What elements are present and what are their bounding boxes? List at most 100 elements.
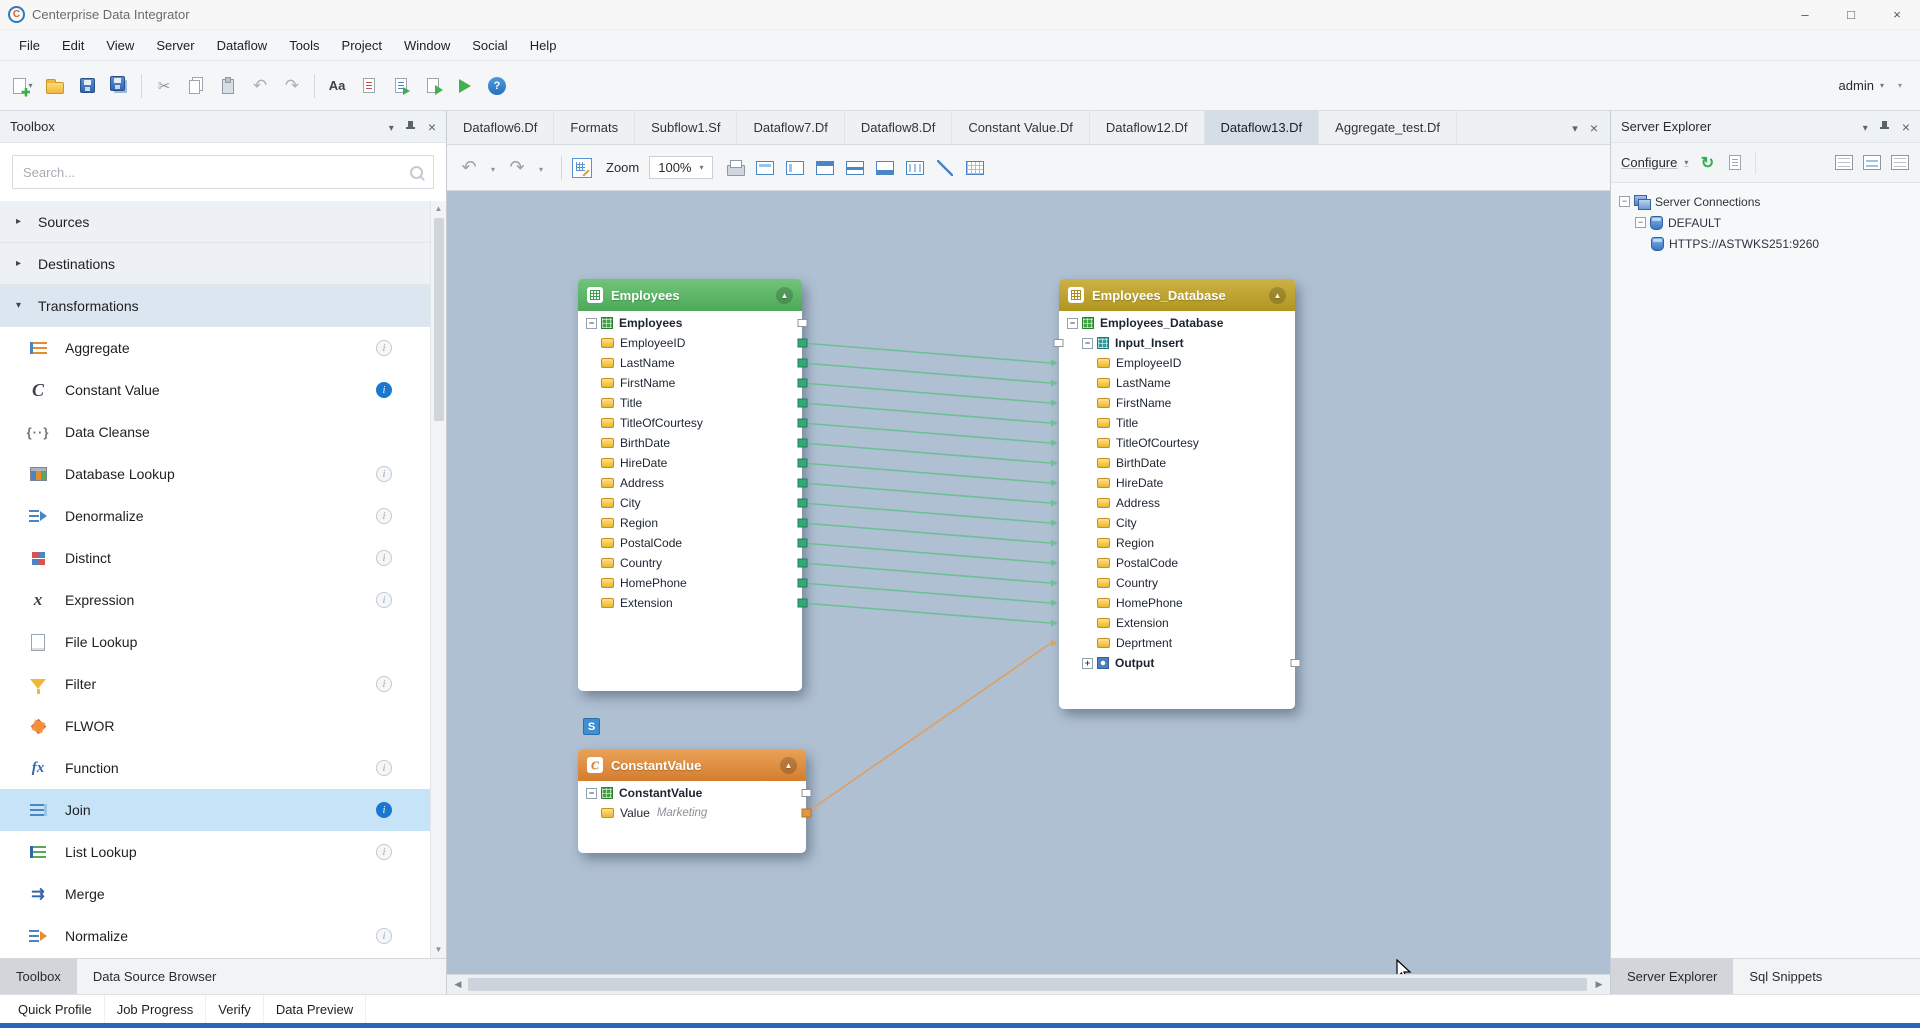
tree-row-constantvalue[interactable]: −ConstantValue xyxy=(578,783,806,803)
new-dataflow-icon[interactable] xyxy=(8,71,38,101)
tree-row-country[interactable]: Country xyxy=(578,553,802,573)
scrollbar-thumb[interactable] xyxy=(434,218,444,421)
panel-menu-icon[interactable] xyxy=(1863,119,1868,134)
panel-tab-server-explorer[interactable]: Server Explorer xyxy=(1611,959,1733,994)
tree-row-titleofcourtesy[interactable]: TitleOfCourtesy xyxy=(578,413,802,433)
tree-row-extension[interactable]: Extension xyxy=(1059,613,1295,633)
tree-row-city[interactable]: City xyxy=(578,493,802,513)
info-icon[interactable]: i xyxy=(376,508,392,524)
toolbox-item-file-lookup[interactable]: File Lookup xyxy=(0,621,446,663)
expander-icon[interactable]: − xyxy=(1635,217,1646,228)
menu-file[interactable]: File xyxy=(8,30,51,61)
tree-row-hiredate[interactable]: HireDate xyxy=(1059,473,1295,493)
auto-layout-icon[interactable] xyxy=(965,155,985,181)
save-all-icon[interactable] xyxy=(104,71,134,101)
toolbox-item-expression[interactable]: Expressioni xyxy=(0,579,446,621)
collapse-node-icon[interactable] xyxy=(776,287,793,304)
tree-row-employeeid[interactable]: EmployeeID xyxy=(578,333,802,353)
save-icon[interactable] xyxy=(72,71,102,101)
align-top-icon[interactable] xyxy=(815,155,835,181)
tree-row-employeeid[interactable]: EmployeeID xyxy=(1059,353,1295,373)
info-icon[interactable]: i xyxy=(376,760,392,776)
tree-row-firstname[interactable]: FirstName xyxy=(1059,393,1295,413)
tree-row-title[interactable]: Title xyxy=(1059,413,1295,433)
tab-aggregate-test-df[interactable]: Aggregate_test.Df xyxy=(1319,111,1457,144)
menu-view[interactable]: View xyxy=(95,30,145,61)
toolbox-item-join[interactable]: Joini xyxy=(0,789,446,831)
search-input[interactable] xyxy=(12,155,434,189)
tree-row-region[interactable]: Region xyxy=(578,513,802,533)
grid-view-icon[interactable] xyxy=(1834,151,1854,175)
dataflow-canvas[interactable]: Employees−EmployeesEmployeeIDLastNameFir… xyxy=(447,191,1610,974)
configure-button[interactable]: Configure xyxy=(1621,155,1688,170)
toolbox-scrollbar[interactable]: ▲ ▼ xyxy=(430,201,446,958)
tree-row-deprtment[interactable]: Deprtment xyxy=(1059,633,1295,653)
status-job-progress[interactable]: Job Progress xyxy=(105,995,207,1023)
scrollbar-thumb[interactable] xyxy=(468,978,1587,991)
maximize-button[interactable]: □ xyxy=(1828,0,1874,29)
menu-dataflow[interactable]: Dataflow xyxy=(206,30,279,61)
info-icon[interactable]: i xyxy=(376,844,392,860)
expander-icon[interactable]: − xyxy=(586,318,597,329)
tree-row-address[interactable]: Address xyxy=(1059,493,1295,513)
menu-project[interactable]: Project xyxy=(331,30,393,61)
panel-tab-toolbox[interactable]: Toolbox xyxy=(0,959,77,994)
info-icon[interactable]: i xyxy=(376,466,392,482)
tree-row-postalcode[interactable]: PostalCode xyxy=(1059,553,1295,573)
categorize-icon[interactable] xyxy=(1862,151,1882,175)
collapse-node-icon[interactable] xyxy=(1269,287,1286,304)
menu-social[interactable]: Social xyxy=(461,30,518,61)
horizontal-scrollbar[interactable]: ◀ ▶ xyxy=(447,974,1610,994)
tree-row-output[interactable]: +Output xyxy=(1059,653,1295,673)
minimize-button[interactable]: – xyxy=(1782,0,1828,29)
copy-icon[interactable] xyxy=(181,71,211,101)
info-icon[interactable]: i xyxy=(376,592,392,608)
user-menu[interactable]: admin xyxy=(1839,78,1884,93)
status-quick-profile[interactable]: Quick Profile xyxy=(6,995,105,1023)
scroll-up-icon[interactable]: ▲ xyxy=(435,203,443,215)
toolbox-section-transformations[interactable]: ▾Transformations xyxy=(0,285,446,327)
expander-icon[interactable]: + xyxy=(1082,658,1093,669)
open-icon[interactable] xyxy=(40,71,70,101)
verify-icon[interactable] xyxy=(354,71,384,101)
font-icon[interactable]: Aa xyxy=(322,71,352,101)
close-panel-icon[interactable] xyxy=(428,119,436,135)
toolbox-section-sources[interactable]: ▸Sources xyxy=(0,201,446,243)
toolbox-item-function[interactable]: Functioni xyxy=(0,747,446,789)
info-icon[interactable]: i xyxy=(376,802,392,818)
tab-dataflow8-df[interactable]: Dataflow8.Df xyxy=(845,111,952,144)
node-employees_database[interactable]: Employees_Database−Employees_Database−In… xyxy=(1059,279,1295,709)
tree-row-employees-database[interactable]: −Employees_Database xyxy=(1059,313,1295,333)
toolbox-item-database-lookup[interactable]: Database Lookupi xyxy=(0,453,446,495)
tree-row-region[interactable]: Region xyxy=(1059,533,1295,553)
node-header-constant_value[interactable]: ConstantValue xyxy=(578,749,806,781)
menu-help[interactable]: Help xyxy=(519,30,568,61)
expander-icon[interactable]: − xyxy=(1067,318,1078,329)
panel-tab-sql-snippets[interactable]: Sql Snippets xyxy=(1733,959,1838,994)
tree-row-title[interactable]: Title xyxy=(578,393,802,413)
tab-formats[interactable]: Formats xyxy=(554,111,635,144)
toolbox-item-filter[interactable]: Filteri xyxy=(0,663,446,705)
panel-menu-icon[interactable] xyxy=(389,119,394,134)
redo-icon[interactable] xyxy=(507,155,527,181)
undo-dropdown-icon[interactable] xyxy=(483,155,503,181)
tab-dataflow13-df[interactable]: Dataflow13.Df xyxy=(1205,111,1320,144)
node-header-employees_database[interactable]: Employees_Database xyxy=(1059,279,1295,311)
toolbox-item-list-lookup[interactable]: List Lookupi xyxy=(0,831,446,873)
tree-row-country[interactable]: Country xyxy=(1059,573,1295,593)
tree-row-homephone[interactable]: HomePhone xyxy=(1059,593,1295,613)
node-employees[interactable]: Employees−EmployeesEmployeeIDLastNameFir… xyxy=(578,279,802,691)
tree-row-birthdate[interactable]: BirthDate xyxy=(578,433,802,453)
close-panel-icon[interactable] xyxy=(1902,119,1910,135)
tab-dataflow7-df[interactable]: Dataflow7.Df xyxy=(737,111,844,144)
toolbox-section-destinations[interactable]: ▸Destinations xyxy=(0,243,446,285)
scroll-down-icon[interactable]: ▼ xyxy=(435,944,443,956)
redo-dropdown-icon[interactable] xyxy=(531,155,551,181)
info-icon[interactable]: i xyxy=(376,676,392,692)
tree-row-extension[interactable]: Extension xyxy=(578,593,802,613)
tab-constant-value-df[interactable]: Constant Value.Df xyxy=(952,111,1090,144)
cut-icon[interactable] xyxy=(149,71,179,101)
template-icon[interactable] xyxy=(1725,151,1745,175)
toolbox-item-denormalize[interactable]: Denormalizei xyxy=(0,495,446,537)
status-data-preview[interactable]: Data Preview xyxy=(264,995,366,1023)
